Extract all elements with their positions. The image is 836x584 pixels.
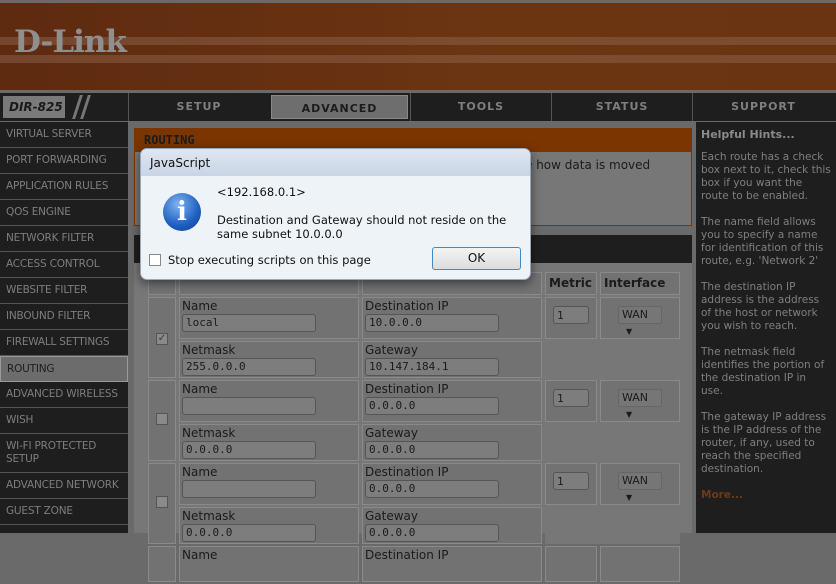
interface-select[interactable]: WAN ▼ [618,389,662,419]
destination-ip-input[interactable]: 0.0.0.0 [365,480,499,498]
netmask-label: Netmask [182,509,236,523]
name-label: Name [182,465,218,479]
top-nav: DIR-825 SETUP ADVANCED TOOLS STATUS SUPP… [0,93,836,121]
hint-paragraph: The name field allows you to specify a n… [701,216,824,267]
stop-scripts-checkbox[interactable]: Stop executing scripts on this page [149,253,371,267]
metric-input[interactable]: 1 [553,472,589,490]
interface-value: WAN [622,391,649,404]
hints-title: Helpful Hints... [701,128,795,141]
hint-paragraph: Each route has a check box next to it, c… [701,151,831,202]
dialog-message: Destination and Gateway should not resid… [217,213,507,241]
sidebar-item-qos-engine[interactable]: QOS ENGINE [0,200,128,226]
gateway-input[interactable]: 0.0.0.0 [365,441,499,459]
tab-support[interactable]: SUPPORT [692,93,834,121]
metric-input[interactable]: 1 [553,389,589,407]
sidebar-item-advanced-network[interactable]: ADVANCED NETWORK [0,473,128,499]
name-label: Name [182,382,218,396]
gateway-label: Gateway [365,343,419,357]
chevron-down-icon: ▼ [626,327,633,336]
gateway-input[interactable]: 10.147.184.1 [365,358,499,376]
table-row-sub: Netmask 0.0.0.0 Gateway 0.0.0.0 [148,507,680,544]
hint-paragraph: The netmask field identifies the portion… [701,346,825,397]
stop-scripts-label: Stop executing scripts on this page [168,253,371,267]
interface-value: WAN [622,308,649,321]
sidebar-item-guest-zone[interactable]: GUEST ZONE [0,499,128,525]
description-text: e how data is moved [525,158,651,172]
sidebar-item-application-rules[interactable]: APPLICATION RULES [0,174,128,200]
model-label: DIR-825 [3,96,65,118]
sidebar-item-access-control[interactable]: ACCESS CONTROL [0,252,128,278]
route-enable-checkbox[interactable] [156,496,168,508]
interface-select[interactable]: WAN ▼ [618,306,662,336]
destination-ip-label: Destination IP [365,465,449,479]
javascript-alert-dialog: JavaScript i <192.168.0.1> Destination a… [140,148,531,280]
tab-advanced[interactable]: ADVANCED [269,93,410,121]
route-enable-checkbox[interactable] [156,413,168,425]
sidebar-item-routing[interactable]: ROUTING [0,356,128,382]
sidebar-item-inbound-filter[interactable]: INBOUND FILTER [0,304,128,330]
interface-header: Interface [600,272,680,295]
hint-paragraph: The destination IP address is the addres… [701,281,820,332]
chevron-down-icon: ▼ [626,493,633,502]
dlink-logo: D-Link [14,24,127,60]
netmask-input[interactable]: 0.0.0.0 [182,441,316,459]
name-label: Name [182,548,218,562]
sidebar-item-website-filter[interactable]: WEBSITE FILTER [0,278,128,304]
model-badge: DIR-825 [0,93,128,121]
netmask-label: Netmask [182,343,236,357]
sidebar-item-port-forwarding[interactable]: PORT FORWARDING [0,148,128,174]
sidebar-item-firewall-settings[interactable]: FIREWALL SETTINGS [0,330,128,356]
table-row: ✓ Name local Destination IP 10.0.0.0 1 WAN ▼ [148,297,680,378]
table-row-sub: Netmask 0.0.0.0 Gateway 0.0.0.0 [148,424,680,461]
gateway-input[interactable]: 0.0.0.0 [365,524,499,542]
dialog-origin: <192.168.0.1> [217,185,306,199]
sidebar-item-wi-fi-protected-setup[interactable]: WI-FI PROTECTED SETUP [0,434,128,473]
destination-ip-label: Destination IP [365,382,449,396]
table-row: Name Destination IP 0.0.0.0 1 WAN ▼ [148,380,680,461]
table-row-sub: Netmask 255.0.0.0 Gateway 10.147.184.1 [148,341,680,378]
destination-ip-input[interactable]: 0.0.0.0 [365,397,499,415]
name-input[interactable]: local [182,314,316,332]
helpful-hints: Helpful Hints... Each route has a check … [696,122,836,533]
table-row: Name Destination IP 0.0.0.0 1 WAN ▼ [148,463,680,544]
interface-value: WAN [622,474,649,487]
destination-ip-label: Destination IP [365,548,449,562]
chevron-down-icon: ▼ [626,410,633,419]
table-row: Name Destination IP [148,546,680,582]
sidebar-item-wish[interactable]: WISH [0,408,128,434]
tab-tools[interactable]: TOOLS [410,93,551,121]
metric-input[interactable]: 1 [553,306,589,324]
sidebar-item-virtual-server[interactable]: VIRTUAL SERVER [0,122,128,148]
gateway-label: Gateway [365,426,419,440]
name-label: Name [182,299,218,313]
sidebar: VIRTUAL SERVER PORT FORWARDING APPLICATION… [0,122,128,533]
netmask-input[interactable]: 255.0.0.0 [182,358,316,376]
sidebar-item-network-filter[interactable]: NETWORK FILTER [0,226,128,252]
checkbox-icon[interactable] [149,254,161,266]
name-input[interactable] [182,397,316,415]
name-input[interactable] [182,480,316,498]
more-link[interactable]: More... [701,489,743,501]
interface-select[interactable]: WAN ▼ [618,472,662,502]
gateway-label: Gateway [365,509,419,523]
info-icon: i [163,193,201,231]
ok-button[interactable]: OK [432,247,521,270]
netmask-input[interactable]: 0.0.0.0 [182,524,316,542]
destination-ip-label: Destination IP [365,299,449,313]
netmask-label: Netmask [182,426,236,440]
hint-paragraph: The gateway IP address is the IP address… [701,411,827,475]
tab-status[interactable]: STATUS [551,93,692,121]
routes-table: Metric Interface ✓ Name local Destination IP 1… [145,270,683,584]
route-enable-checkbox[interactable]: ✓ [156,333,168,345]
dialog-title: JavaScript [141,149,530,176]
metric-header: Metric [545,272,597,295]
sidebar-item-advanced-wireless[interactable]: ADVANCED WIRELESS [0,382,128,408]
tab-setup[interactable]: SETUP [128,93,269,121]
destination-ip-input[interactable]: 10.0.0.0 [365,314,499,332]
